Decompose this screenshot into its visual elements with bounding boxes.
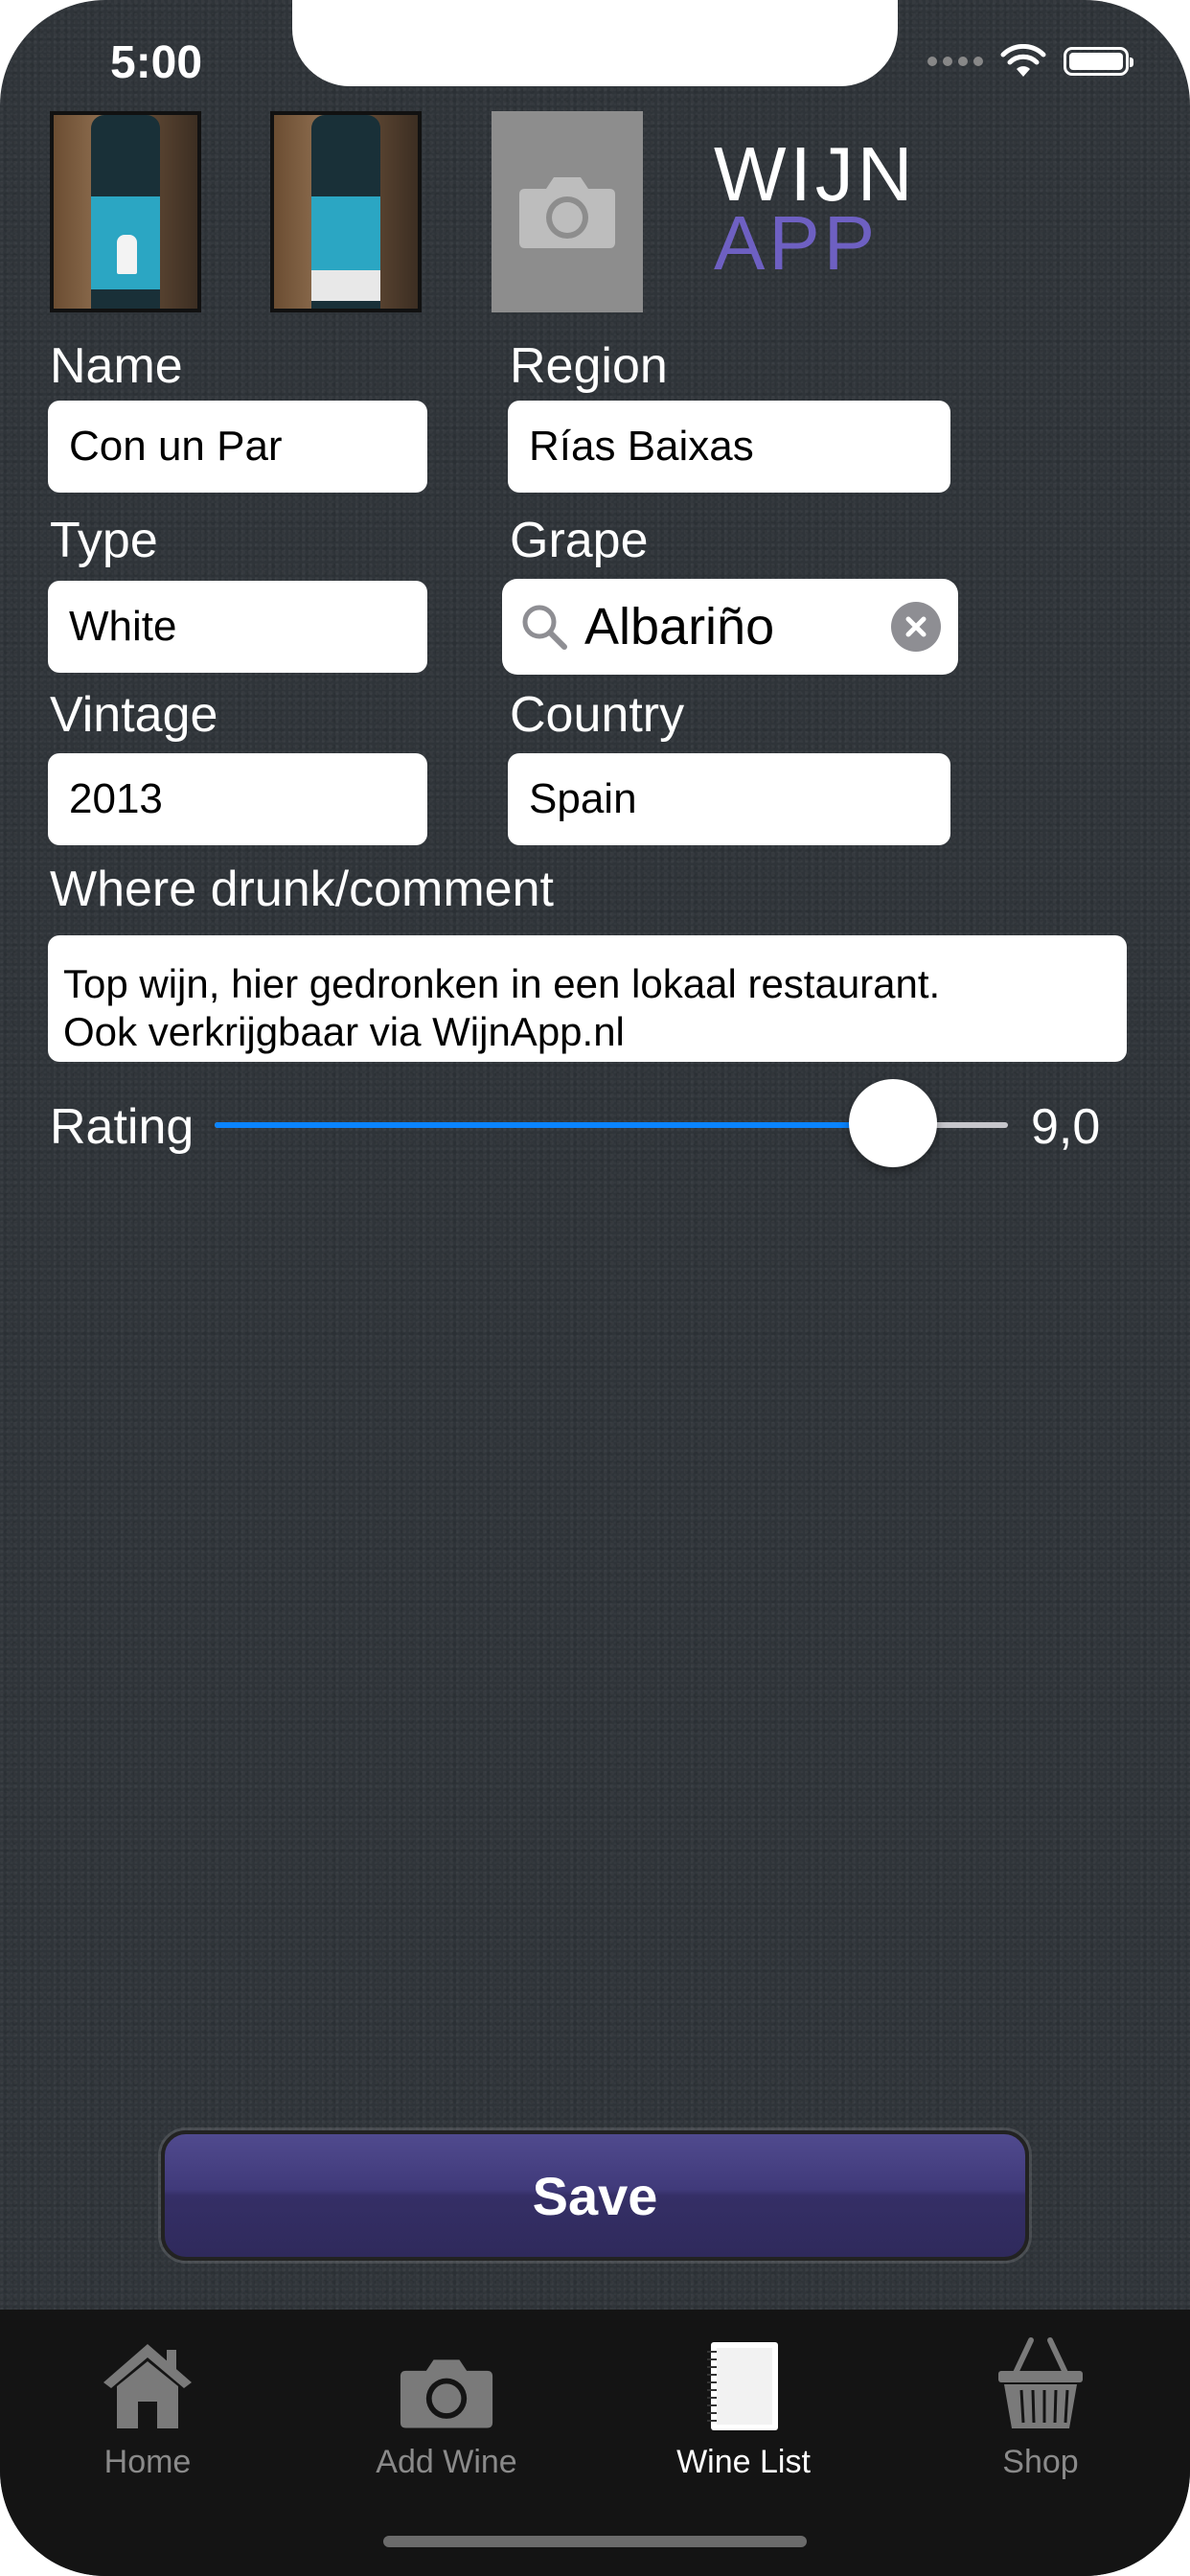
logo-line-2: APP	[714, 200, 880, 286]
comment-line-2: Ook verkrijgbaar via WijnApp.nl	[63, 1009, 625, 1055]
battery-icon	[1064, 47, 1133, 76]
rating-slider-thumb[interactable]	[849, 1079, 938, 1167]
basket-icon	[998, 2337, 1083, 2428]
tab-wine-list[interactable]: Wine List	[629, 2331, 858, 2481]
grape-label: Grape	[510, 513, 649, 568]
name-label: Name	[50, 338, 183, 394]
vintage-label: Vintage	[50, 687, 218, 743]
clear-grape-button[interactable]	[891, 602, 941, 652]
rating-label: Rating	[50, 1099, 195, 1155]
wifi-icon	[1000, 44, 1046, 77]
save-button[interactable]: Save	[161, 2130, 1029, 2261]
close-icon	[905, 616, 927, 637]
comment-label: Where drunk/comment	[50, 862, 554, 917]
search-icon	[522, 605, 567, 650]
tab-wine-list-label: Wine List	[676, 2444, 811, 2480]
rating-value: 9,0	[1031, 1099, 1101, 1155]
notebook-icon	[707, 2342, 778, 2430]
tab-shop[interactable]: Shop	[926, 2331, 1156, 2481]
region-label: Region	[510, 338, 668, 394]
signal-icon	[927, 57, 983, 66]
vintage-field[interactable]: 2013	[48, 753, 427, 845]
tab-home[interactable]: Home	[33, 2331, 263, 2481]
country-field[interactable]: Spain	[508, 753, 950, 845]
rating-slider-fill	[215, 1122, 894, 1128]
tab-home-label: Home	[103, 2444, 192, 2480]
name-field[interactable]: Con un Par	[48, 401, 427, 493]
camera-icon	[400, 2359, 493, 2428]
wine-photo-back[interactable]	[270, 111, 422, 312]
grape-value: Albariño	[584, 598, 775, 656]
wijnapp-logo: WIJN APP	[714, 136, 963, 282]
add-photo-button[interactable]	[492, 111, 643, 312]
camera-icon	[519, 177, 615, 248]
home-icon	[103, 2344, 192, 2428]
comment-textarea[interactable]: Top wijn, hier gedronken in een lokaal r…	[48, 935, 1127, 1062]
region-field[interactable]: Rías Baixas	[508, 401, 950, 493]
app-screen: 5:00 WIJN APP Name Con un Par Region Ría…	[0, 0, 1190, 2576]
status-icons	[927, 40, 1133, 82]
tab-add-wine[interactable]: Add Wine	[332, 2331, 561, 2481]
type-label: Type	[50, 513, 158, 568]
tab-add-wine-label: Add Wine	[376, 2444, 517, 2480]
country-label: Country	[510, 687, 685, 743]
comment-line-1: Top wijn, hier gedronken in een lokaal r…	[63, 961, 941, 1006]
home-indicator[interactable]	[383, 2536, 807, 2547]
device-notch	[292, 0, 898, 86]
wine-photo-front[interactable]	[50, 111, 201, 312]
type-field[interactable]: White	[48, 581, 427, 673]
grape-search-field[interactable]: Albariño	[502, 579, 958, 675]
tab-shop-label: Shop	[1002, 2444, 1079, 2480]
logo-line-1: WIJN	[714, 131, 917, 217]
status-time: 5:00	[110, 37, 203, 88]
